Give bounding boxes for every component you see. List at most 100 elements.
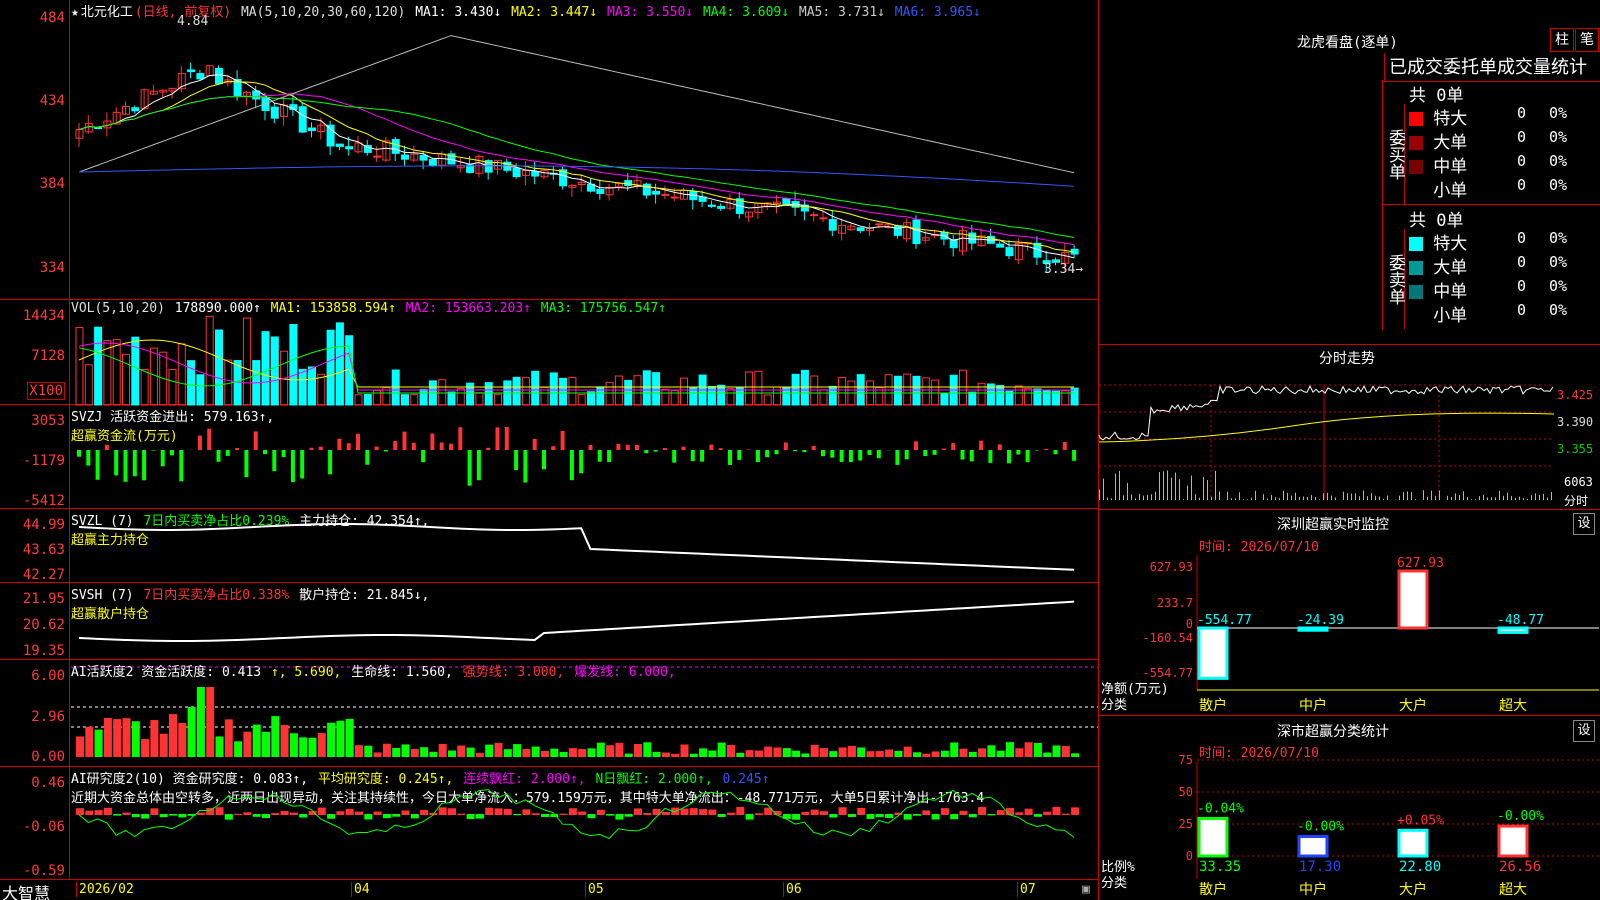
sz-class-panel[interactable]: 深市超赢分类统计 设 时间: 2026/07/10 比例% 分类 75 50 25 0… [1099, 716, 1600, 900]
monitor-category: 大户 [1399, 697, 1427, 714]
research-bar [699, 809, 708, 815]
candlestick-chart[interactable] [71, 0, 1098, 300]
volume-chart[interactable] [71, 300, 1098, 406]
candle [1005, 247, 1014, 257]
flow-bar [997, 444, 1002, 450]
research-bar [634, 808, 642, 815]
sz-monitor-panel[interactable]: 深圳超赢实时监控 设 时间: 2026/07/10 净额(万元) 分类 627.… [1099, 510, 1600, 716]
tab-tick-mode[interactable]: 笔 [1575, 28, 1599, 52]
intraday-volume [1327, 492, 1328, 500]
activity-bar [671, 753, 680, 757]
ai-activity-chart[interactable] [71, 660, 1098, 767]
intraday-volume [1503, 495, 1504, 500]
kline-pane[interactable]: 484 434 384 334 ★ 北元化工 (日线, 前复权) MA(5,10,2… [0, 0, 1098, 300]
svsh-chart[interactable] [71, 583, 1098, 660]
volume-pane[interactable]: 14434 7128 X100 VOL(5,10,20) 178890.000↑… [0, 300, 1098, 406]
lock-icon[interactable]: ▣ [1082, 882, 1090, 897]
intraday-volume [1491, 497, 1492, 500]
svsh-pane[interactable]: 21.95 20.62 19.35 SVSH (7) 7日内买卖净占比0.338… [0, 583, 1098, 660]
flow-bar [411, 442, 416, 450]
candle [652, 190, 661, 195]
svzj-tick: -1179 [22, 453, 65, 469]
intraday-volume [1115, 473, 1116, 500]
svsh-tick: 20.62 [22, 617, 65, 633]
volume-bar [75, 327, 84, 406]
flow-bar [244, 450, 249, 478]
intraday-chart[interactable] [1098, 370, 1564, 505]
flow-bar [542, 450, 546, 470]
research-bar [1043, 811, 1052, 815]
svzl-pane[interactable]: 44.99 43.63 42.27 SVZL (7) 7日内买卖净占比0.239… [0, 509, 1098, 583]
intraday-panel[interactable]: 分时走势 3.425 3.390 3.355 6063 分时 [1098, 345, 1600, 510]
flow-bar [160, 450, 165, 467]
volume-bar [140, 369, 149, 406]
activity-bar [1024, 742, 1033, 757]
research-bar [299, 814, 308, 818]
sz-class-chart[interactable]: 75 50 25 0 -0.04% 33.35 散户 -0.00% 17.30 中户 +0.05% 2… [1099, 716, 1600, 900]
intraday-volume [1183, 499, 1184, 500]
research-bar [838, 807, 847, 815]
intraday-volume [1111, 498, 1112, 500]
activity-bar [810, 744, 819, 757]
class-tick: 0 [1186, 849, 1193, 863]
intraday-volume [1291, 495, 1292, 500]
class-bar-change: -0.00% [1297, 820, 1344, 835]
volume-bar [661, 388, 670, 406]
candle [521, 169, 530, 176]
ai-activity-pane[interactable]: 6.00 2.96 0.00 AI活跃度2 资金活跃度: 0.413 ↑, 5.… [0, 660, 1098, 767]
intraday-volume [1135, 498, 1136, 500]
intraday-volume [1299, 496, 1300, 500]
intraday-volume [1515, 497, 1516, 500]
intraday-volume [1543, 493, 1544, 500]
flow-bar [1007, 450, 1011, 464]
ai-research-chart[interactable] [71, 767, 1098, 880]
svzj-pane[interactable]: 3053 -1179 -5412 SVZJ 活跃资金进出: 579.163↑, 超… [0, 405, 1098, 509]
buy-total: 共 0单 [1409, 86, 1464, 106]
activity-bar [578, 749, 587, 757]
ai2-tick: -0.59 [22, 863, 65, 879]
volume-bar [335, 322, 344, 406]
intraday-volume [1243, 499, 1244, 500]
class-bar-value: 33.35 [1199, 859, 1241, 875]
class-bar-value: 17.30 [1299, 859, 1341, 875]
candle [624, 180, 633, 187]
tab-bar-mode[interactable]: 柱 [1550, 28, 1574, 52]
volume-bar [419, 388, 428, 406]
class-category: 散户 [1199, 881, 1227, 898]
candle [996, 243, 1005, 248]
activity-bar [122, 718, 131, 757]
intraday-volume [1331, 495, 1332, 500]
flow-bar [597, 450, 602, 462]
volume-bar [968, 391, 977, 406]
monitor-tick: 627.93 [1150, 560, 1193, 574]
flow-bar [458, 427, 463, 450]
ai1-axis: 6.00 2.96 0.00 [0, 660, 70, 766]
ai-research-pane[interactable]: 0.46 -0.06 -0.59 AI研究度2(10) 资金研究度: 0.083… [0, 767, 1098, 880]
flow-bar [300, 450, 305, 479]
intraday-volume [1475, 499, 1476, 500]
research-bar [531, 813, 540, 815]
svzj-chart[interactable] [71, 405, 1098, 509]
intraday-volume [1351, 493, 1352, 500]
research-bar [336, 811, 345, 815]
activity-bar [568, 748, 577, 757]
activity-bar [661, 752, 670, 757]
candle [642, 183, 651, 196]
volume-bar [484, 382, 493, 406]
volume-bar [707, 385, 716, 406]
intraday-volume [1347, 493, 1348, 500]
research-bar [624, 814, 633, 817]
candle [131, 107, 140, 112]
monitor-bar-label: -24.39 [1297, 613, 1344, 628]
activity-bar [410, 748, 419, 757]
flow-bar [914, 441, 918, 450]
intraday-volume [1487, 497, 1488, 500]
flow-bar [104, 444, 109, 450]
svzl-chart[interactable] [71, 509, 1098, 583]
volume-bar [921, 377, 930, 406]
flow-bar [811, 445, 816, 450]
sz-monitor-chart[interactable]: 627.93 233.7 0-160.54 -554.77 -554.77 散户 -24.3… [1099, 510, 1600, 716]
flow-bar [86, 450, 91, 466]
activity-bar [392, 747, 401, 757]
research-bar [113, 814, 122, 816]
